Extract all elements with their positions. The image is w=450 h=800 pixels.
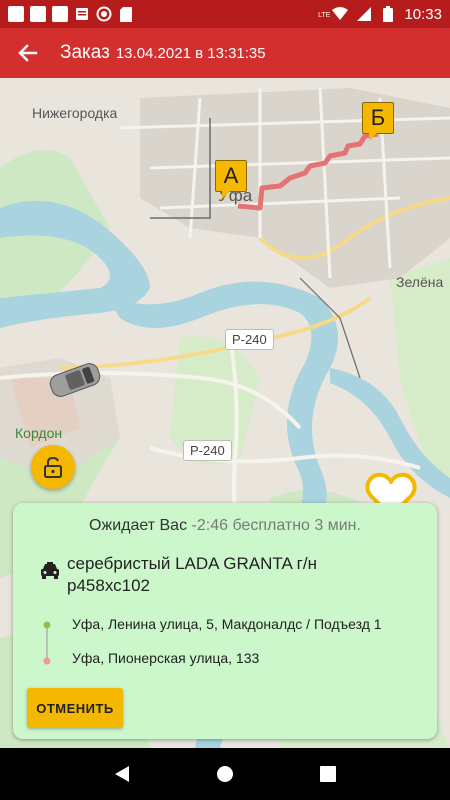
notification-square-icon [8,6,24,22]
message-icon [74,6,90,22]
app-bar: Заказ 13.04.2021 в 13:31:35 [0,28,450,78]
map-label: Нижегородка [32,105,118,121]
battery-icon [380,6,396,22]
triangle-back-icon [114,766,129,782]
system-navigation-bar [0,748,450,800]
nav-home-button[interactable] [205,754,245,794]
wait-timer: -2:46 бесплатно 3 мин. [191,517,361,534]
pickup-marker-label: А [223,163,239,188]
signal-icon [356,6,372,22]
waiting-text: Ожидает Вас [89,517,188,534]
circle-home-icon [216,766,233,782]
car-description: серебристый LADA GRANTA г/н р458хс102 [67,554,317,595]
notification-icons [8,6,134,22]
network-type-label: LTE [318,11,331,19]
map-label: Кордон [15,425,63,441]
route-points-icon [43,621,51,665]
road-shield: Р-240 [183,440,232,461]
notification-square-icon [52,6,68,22]
arrow-back-icon [18,44,38,62]
nav-recents-button[interactable] [308,754,348,794]
waiting-status: Ожидает Вас -2:46 бесплатно 3 мин. [13,517,437,535]
taxi-icon [41,562,59,579]
pickup-marker[interactable]: А [215,160,247,199]
nav-back-button[interactable] [102,754,142,794]
order-datetime: 13.04.2021 в 13:31:35 [115,44,266,62]
lock-map-button[interactable] [31,445,75,489]
back-button[interactable] [0,28,56,78]
lock-icon [44,456,62,478]
destination-marker[interactable]: Б [362,102,394,141]
destination-marker-label: Б [370,105,386,130]
clock: 10:33 [404,5,442,23]
pickup-address: Уфа, Ленина улица, 5, Макдоналдс / Подъе… [72,616,382,632]
car-info: серебристый LADA GRANTA г/н р458хс102 [39,553,367,597]
map-label: Зелёна [396,274,444,290]
wifi-icon [332,6,349,22]
page-title: Заказ [60,42,110,63]
record-icon [96,6,112,22]
order-card: Ожидает Вас -2:46 бесплатно 3 мин. сереб… [13,503,437,739]
notification-square-icon [30,6,46,22]
status-bar: LTE 10:33 [0,0,450,28]
square-recents-icon [320,766,337,782]
sd-card-icon [118,6,134,22]
destination-address: Уфа, Пионерская улица, 133 [72,650,260,666]
cancel-order-button[interactable]: ОТМЕНИТЬ [27,688,123,728]
road-shield: Р-240 [225,329,274,350]
